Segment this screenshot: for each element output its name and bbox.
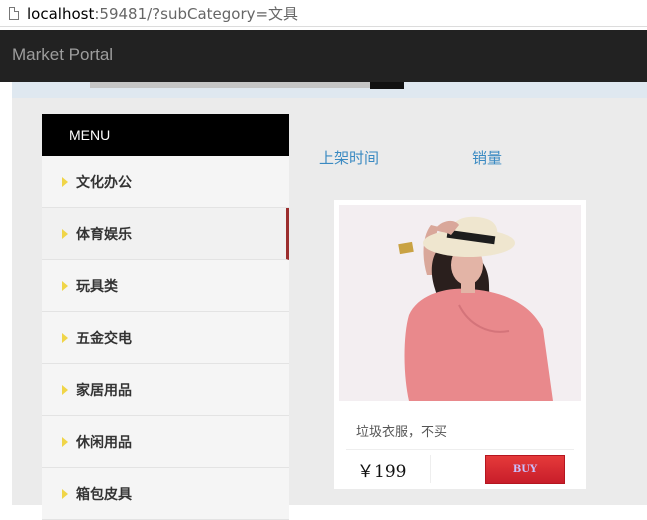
product-price: ￥199 bbox=[357, 462, 407, 482]
card-divider bbox=[346, 449, 574, 450]
sort-by-sales-link[interactable]: 销量 bbox=[472, 147, 502, 168]
product-name[interactable]: 垃圾衣服，不买 bbox=[356, 421, 447, 440]
arrow-right-icon bbox=[62, 176, 68, 187]
sidebar-item[interactable]: 五金交电 bbox=[42, 312, 289, 364]
sidebar-item[interactable]: 家居用品 bbox=[42, 364, 289, 416]
sidebar-item-label: 箱包皮具 bbox=[76, 486, 132, 503]
product-photo-illustration bbox=[339, 205, 581, 401]
arrow-right-icon bbox=[62, 488, 68, 499]
price-divider bbox=[430, 455, 431, 483]
sidebar-item-label: 休闲用品 bbox=[76, 434, 132, 451]
product-card[interactable] bbox=[334, 200, 586, 489]
sidebar-item[interactable]: 箱包皮具 bbox=[42, 468, 289, 520]
arrow-right-icon bbox=[62, 280, 68, 291]
sort-by-time-link[interactable]: 上架时间 bbox=[319, 147, 379, 168]
search-input[interactable] bbox=[90, 82, 370, 88]
url-text[interactable]: localhost:59481/?subCategory=文具 bbox=[27, 3, 298, 24]
product-image[interactable] bbox=[339, 205, 581, 401]
page-icon bbox=[9, 6, 19, 20]
url-path: :59481/?subCategory=文具 bbox=[94, 4, 299, 23]
sidebar-item-label: 文化办公 bbox=[76, 174, 132, 191]
arrow-right-icon bbox=[62, 332, 68, 343]
sidebar-item[interactable]: 文化办公 bbox=[42, 156, 289, 208]
brand-link[interactable]: Market Portal bbox=[12, 45, 113, 65]
sidebar-item-label: 家居用品 bbox=[76, 382, 132, 399]
url-host: localhost bbox=[27, 4, 95, 23]
arrow-right-icon bbox=[62, 436, 68, 447]
sidebar-item-label: 玩具类 bbox=[76, 278, 118, 295]
address-bar[interactable]: localhost:59481/?subCategory=文具 bbox=[0, 0, 647, 27]
arrow-right-icon bbox=[62, 384, 68, 395]
sidebar-menu: 文化办公 体育娱乐 玩具类 五金交电 家居用品 休闲用品 箱包皮具 bbox=[42, 156, 289, 520]
sidebar-item-label: 体育娱乐 bbox=[76, 226, 132, 243]
search-button[interactable] bbox=[370, 82, 404, 89]
arrow-right-icon bbox=[62, 228, 68, 239]
sidebar-item-label: 五金交电 bbox=[76, 330, 132, 347]
buy-button[interactable]: BUY bbox=[485, 455, 565, 484]
menu-header: MENU bbox=[42, 114, 289, 156]
sidebar-item-active[interactable]: 体育娱乐 bbox=[42, 208, 289, 260]
navbar: Market Portal bbox=[0, 30, 647, 82]
sidebar-item[interactable]: 玩具类 bbox=[42, 260, 289, 312]
sidebar-item[interactable]: 休闲用品 bbox=[42, 416, 289, 468]
